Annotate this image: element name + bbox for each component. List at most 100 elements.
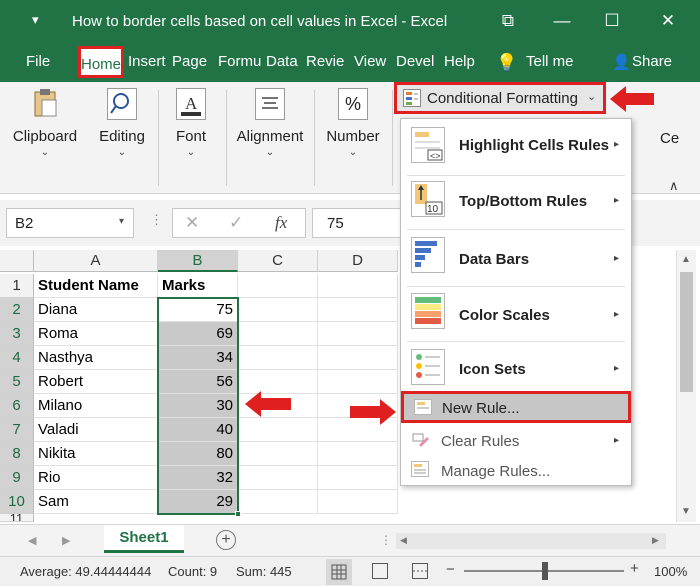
cell-styles-label[interactable]: Ce [660,130,679,147]
name-cell[interactable]: Roma [34,322,158,346]
tab-view[interactable]: View [354,53,386,70]
zoom-slider-thumb[interactable] [542,562,548,580]
row-header[interactable]: 11 [0,514,34,522]
collapse-ribbon-icon[interactable]: ∧ [669,178,679,194]
tab-home[interactable]: Home [78,46,124,78]
menu-item-manage-rules[interactable]: Manage Rules... [401,455,631,485]
name-cell[interactable]: Milano [34,394,158,418]
marks-cell[interactable]: 29 [158,490,238,514]
tab-review[interactable]: Revie [306,53,344,70]
share-button[interactable]: Share [632,53,672,70]
menu-item-color-scales[interactable]: Color Scales ▸ [401,287,631,341]
marks-cell[interactable]: 56 [158,370,238,394]
tab-page-layout[interactable]: Page [172,53,207,70]
name-cell[interactable]: Nasthya [34,346,158,370]
clipboard-group[interactable]: Clipboard ⌄ [10,88,80,158]
name-box[interactable]: B2 ▾ [6,208,134,238]
sheet-tab-active[interactable]: Sheet1 [104,525,184,553]
tab-help[interactable]: Help [444,53,475,70]
marks-cell[interactable]: 32 [158,466,238,490]
row-header[interactable]: 4 [0,346,34,370]
page-layout-view-icon[interactable] [372,563,388,579]
tab-file[interactable]: File [26,53,50,70]
page-break-view-icon[interactable] [412,563,428,579]
menu-item-highlight-cells-rules[interactable]: <> Highlight Cells Rules ▸ [401,119,631,173]
row-header[interactable]: 8 [0,442,34,466]
zoom-out-button[interactable]: − [446,561,455,578]
number-group[interactable]: % Number ⌄ [322,88,384,158]
marks-cell[interactable]: 40 [158,418,238,442]
cancel-icon[interactable]: ✕ [185,213,199,233]
formula-input[interactable]: 75 [312,208,402,238]
normal-view-icon[interactable] [326,559,352,585]
scroll-right-icon[interactable]: ▶ [652,535,659,546]
row-header[interactable]: 6 [0,394,34,418]
marks-cell[interactable]: 69 [158,322,238,346]
marks-cell[interactable]: 30 [158,394,238,418]
tab-data[interactable]: Data [266,53,298,70]
fill-handle[interactable] [235,511,241,517]
person-icon[interactable]: 👤 [612,53,631,71]
menu-item-icon-sets[interactable]: Icon Sets ▸ [401,343,631,393]
add-sheet-button[interactable]: + [216,530,236,550]
zoom-level[interactable]: 100% [654,564,687,579]
close-button[interactable]: ✕ [648,6,688,36]
font-group[interactable]: A Font ⌄ [166,88,216,158]
insert-function-icon[interactable]: fx [275,213,287,233]
active-cell[interactable]: 75 [158,298,238,322]
row-header[interactable]: 9 [0,466,34,490]
tab-formulas[interactable]: Formu [218,53,261,70]
header-cell-marks[interactable]: Marks [158,274,238,298]
menu-item-clear-rules[interactable]: Clear Rules ▸ [401,425,631,455]
submenu-arrow-icon: ▸ [613,195,619,206]
name-cell[interactable]: Valadi [34,418,158,442]
alignment-group[interactable]: Alignment ⌄ [232,88,308,158]
column-header-d[interactable]: D [318,250,398,272]
tab-developer[interactable]: Devel [396,53,434,70]
menu-item-new-rule[interactable]: New Rule... [401,391,631,423]
name-cell[interactable]: Sam [34,490,158,514]
lightbulb-icon[interactable]: 💡 [496,53,517,73]
save-icon[interactable]: ▾ [32,12,46,30]
column-header-b[interactable]: B [158,250,238,272]
zoom-in-button[interactable]: + [630,560,639,577]
column-header-c[interactable]: C [238,250,318,272]
name-cell[interactable]: Rio [34,466,158,490]
next-sheet-icon[interactable]: ▶ [62,534,70,547]
select-all-button[interactable] [0,250,34,272]
ribbon-display-icon[interactable]: ⧉ [488,6,528,36]
editing-group[interactable]: Editing ⌄ [94,88,150,158]
chevron-down-icon[interactable]: ▾ [119,216,124,227]
name-box-value: B2 [15,215,34,232]
minimize-button[interactable]: — [542,6,582,36]
scroll-down-icon[interactable]: ▼ [681,506,691,517]
header-cell-student-name[interactable]: Student Name [34,274,158,298]
cell[interactable] [318,274,398,298]
column-header-a[interactable]: A [34,250,158,272]
name-cell[interactable]: Diana [34,298,158,322]
scroll-thumb[interactable] [680,272,693,392]
marks-cell[interactable]: 34 [158,346,238,370]
row-header[interactable]: 1 [0,274,34,298]
name-cell[interactable]: Nikita [34,442,158,466]
name-cell[interactable]: Robert [34,370,158,394]
row-header[interactable]: 2 [0,298,34,322]
enter-icon[interactable]: ✓ [229,213,243,233]
tell-me-search[interactable]: Tell me [526,53,574,70]
scroll-up-icon[interactable]: ▲ [681,254,691,265]
marks-cell[interactable]: 80 [158,442,238,466]
scroll-left-icon[interactable]: ◀ [400,535,407,546]
horizontal-scrollbar[interactable]: ◀ ▶ [396,533,666,549]
maximize-button[interactable]: ☐ [592,6,632,36]
row-header[interactable]: 7 [0,418,34,442]
vertical-scrollbar[interactable]: ▲ ▼ [676,250,696,522]
menu-item-top-bottom-rules[interactable]: 10 Top/Bottom Rules ▸ [401,177,631,227]
previous-sheet-icon[interactable]: ◀ [28,534,36,547]
cell[interactable] [238,274,318,298]
row-header[interactable]: 3 [0,322,34,346]
conditional-formatting-button[interactable]: Conditional Formatting ⌄ [394,82,606,114]
menu-item-data-bars[interactable]: Data Bars ▸ [401,231,631,285]
row-header[interactable]: 5 [0,370,34,394]
tab-insert[interactable]: Insert [128,53,166,70]
row-header[interactable]: 10 [0,490,34,514]
